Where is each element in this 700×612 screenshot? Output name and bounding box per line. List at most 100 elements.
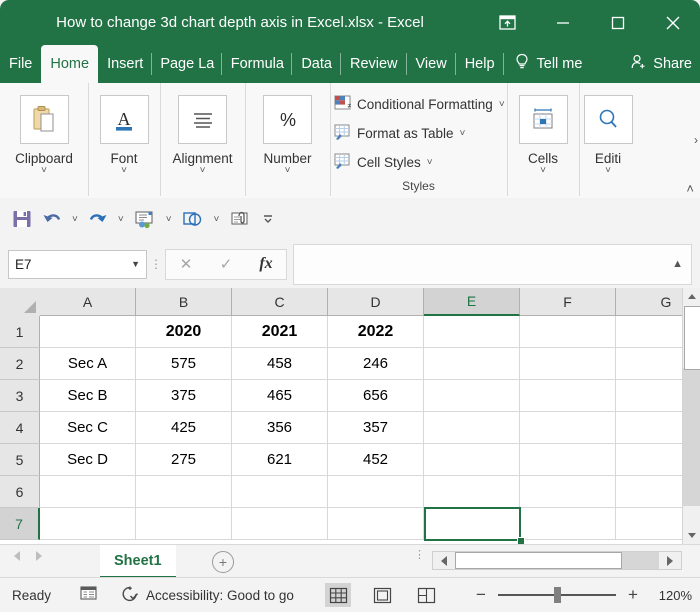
shapes-dropdown-icon[interactable]: ˅ xyxy=(210,214,224,225)
cell-c5[interactable]: 621 xyxy=(232,444,328,476)
insert-function-icon[interactable]: fx xyxy=(246,251,286,278)
search-icon[interactable] xyxy=(584,95,633,144)
chevron-down-icon[interactable]: ˅ xyxy=(460,128,466,139)
cell-b4[interactable]: 425 xyxy=(136,412,232,444)
attach-icon[interactable] xyxy=(225,204,255,234)
chevron-down-icon[interactable]: ˅ xyxy=(41,167,47,175)
format-as-table-button[interactable]: Format as Table ˅ xyxy=(334,124,465,143)
cell-a2[interactable]: Sec A xyxy=(40,348,136,380)
cell-b5[interactable]: 275 xyxy=(136,444,232,476)
maximize-icon[interactable] xyxy=(590,0,645,45)
page-layout-view-icon[interactable] xyxy=(369,583,395,607)
zoom-slider[interactable] xyxy=(498,594,616,596)
tab-data[interactable]: Data xyxy=(292,45,341,83)
tab-split-handle[interactable]: ⋮ xyxy=(414,552,422,559)
cell-e4[interactable] xyxy=(424,412,520,444)
accessibility-status[interactable]: Accessibility: Good to go xyxy=(121,585,294,606)
cell-c1[interactable]: 2021 xyxy=(232,316,328,348)
chevron-down-icon[interactable]: ˅ xyxy=(427,157,433,168)
chevron-down-icon[interactable]: ▼ xyxy=(131,259,140,269)
chevron-down-icon[interactable]: ˅ xyxy=(540,167,546,175)
cell-e3[interactable] xyxy=(424,380,520,412)
cell-f1[interactable] xyxy=(520,316,616,348)
share-button[interactable]: Share xyxy=(630,45,692,83)
email-icon[interactable] xyxy=(130,204,160,234)
record-macro-icon[interactable] xyxy=(79,584,99,607)
row-header-3[interactable]: 3 xyxy=(0,380,40,412)
name-box[interactable]: E7 ▼ xyxy=(8,250,147,279)
cell-c4[interactable]: 356 xyxy=(232,412,328,444)
row-header-1[interactable]: 1 xyxy=(0,316,40,348)
row-header-6[interactable]: 6 xyxy=(0,476,40,508)
sheet-nav-arrows[interactable] xyxy=(14,551,42,561)
cell-f2[interactable] xyxy=(520,348,616,380)
minimize-icon[interactable] xyxy=(535,0,590,45)
cell-e5[interactable] xyxy=(424,444,520,476)
row-header-7[interactable]: 7 xyxy=(0,508,40,540)
customize-qat-icon[interactable] xyxy=(257,204,279,234)
sheet-tab-sheet1[interactable]: Sheet1 xyxy=(100,545,176,578)
row-header-4[interactable]: 4 xyxy=(0,412,40,444)
cell-g2[interactable] xyxy=(616,348,683,380)
cell-g3[interactable] xyxy=(616,380,683,412)
scroll-left-icon[interactable] xyxy=(433,552,455,569)
percent-icon[interactable]: % xyxy=(263,95,312,144)
cell-a3[interactable]: Sec B xyxy=(40,380,136,412)
zoom-in-button[interactable]: + xyxy=(626,585,640,605)
zoom-level-label[interactable]: 120% xyxy=(650,588,692,603)
collapse-ribbon-icon[interactable]: ˄ xyxy=(686,181,694,196)
chevron-down-icon[interactable]: ˅ xyxy=(285,167,291,175)
cell-d3[interactable]: 656 xyxy=(328,380,424,412)
chevron-down-icon[interactable]: ˅ xyxy=(200,167,206,175)
column-header-d[interactable]: D xyxy=(328,288,424,316)
undo-icon[interactable] xyxy=(38,204,66,234)
cell-f3[interactable] xyxy=(520,380,616,412)
cell-b6[interactable] xyxy=(136,476,232,508)
ribbon-group-number[interactable]: % Number ˅ xyxy=(245,83,331,196)
ribbon-group-font[interactable]: A Font ˅ xyxy=(88,83,161,196)
cell-d5[interactable]: 452 xyxy=(328,444,424,476)
column-header-g[interactable]: G xyxy=(616,288,683,316)
cell-a7[interactable] xyxy=(40,508,136,540)
cell-d7[interactable] xyxy=(328,508,424,540)
horizontal-scroll-thumb[interactable] xyxy=(455,552,622,569)
select-all-button[interactable] xyxy=(0,288,41,317)
tab-help[interactable]: Help xyxy=(456,45,504,83)
cell-e6[interactable] xyxy=(424,476,520,508)
clipboard-icon[interactable] xyxy=(20,95,69,144)
enter-icon[interactable]: ✓ xyxy=(206,251,246,278)
ribbon-more-icon[interactable]: › xyxy=(694,133,698,147)
previous-sheet-icon[interactable] xyxy=(14,551,20,561)
ribbon-group-alignment[interactable]: Alignment ˅ xyxy=(160,83,246,196)
redo-dropdown-icon[interactable]: ˅ xyxy=(114,214,128,225)
chevron-down-icon[interactable]: ˅ xyxy=(605,167,611,175)
vertical-scrollbar[interactable] xyxy=(682,288,700,544)
tab-view[interactable]: View xyxy=(407,45,456,83)
scroll-up-icon[interactable] xyxy=(683,288,700,305)
cell-d6[interactable] xyxy=(328,476,424,508)
cell-a5[interactable]: Sec D xyxy=(40,444,136,476)
cell-g1[interactable] xyxy=(616,316,683,348)
ribbon-group-clipboard[interactable]: Clipboard ˅ xyxy=(0,83,89,196)
column-header-a[interactable]: A xyxy=(40,288,136,316)
cell-f7[interactable] xyxy=(520,508,616,540)
tab-home[interactable]: Home xyxy=(41,45,98,83)
tell-me-box[interactable]: Tell me xyxy=(504,45,593,83)
horizontal-scroll-track[interactable] xyxy=(622,552,659,569)
cell-d4[interactable]: 357 xyxy=(328,412,424,444)
cell-e7[interactable] xyxy=(424,508,520,540)
cell-styles-button[interactable]: Cell Styles ˅ xyxy=(334,153,433,172)
cell-c6[interactable] xyxy=(232,476,328,508)
save-icon[interactable] xyxy=(8,204,36,234)
ribbon-display-options-icon[interactable] xyxy=(480,0,535,45)
formula-bar-grip[interactable]: ⋮ xyxy=(147,258,165,270)
shapes-icon[interactable] xyxy=(178,204,208,234)
page-break-view-icon[interactable] xyxy=(413,583,439,607)
cell-f6[interactable] xyxy=(520,476,616,508)
cell-g6[interactable] xyxy=(616,476,683,508)
scroll-down-icon[interactable] xyxy=(683,527,700,544)
font-icon[interactable]: A xyxy=(100,95,149,144)
conditional-formatting-button[interactable]: ≠ Conditional Formatting ˅ xyxy=(334,95,505,114)
column-header-b[interactable]: B xyxy=(136,288,232,316)
next-sheet-icon[interactable] xyxy=(36,551,42,561)
